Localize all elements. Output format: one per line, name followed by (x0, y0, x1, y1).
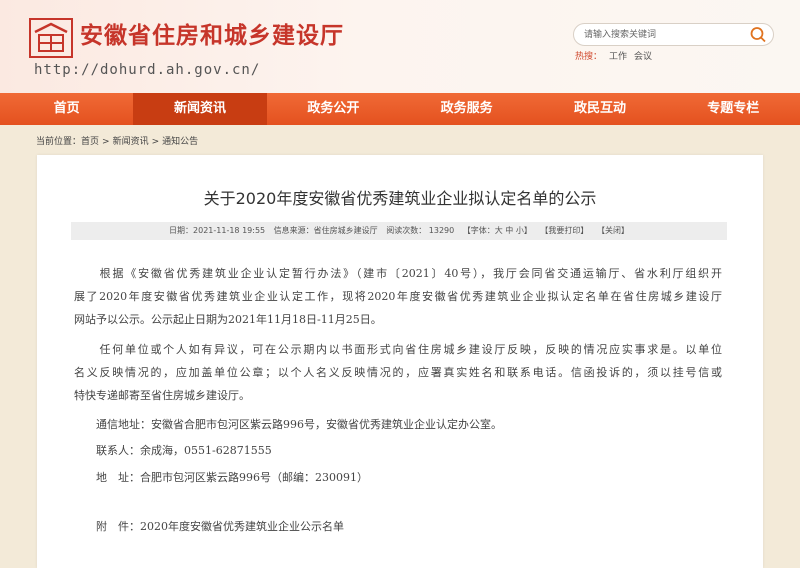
article-title: 关于2020年度安徽省优秀建筑业企业拟认定名单的公示 (203, 189, 597, 208)
hot-search: 热搜： 工作 会议 (575, 49, 652, 62)
article-line: 网站予以公示。公示起止日期为2021年11月18日-11月25日。 (74, 313, 382, 326)
article-date: 日期：2021-11-18 19:55 (169, 226, 266, 235)
search-input[interactable] (574, 24, 744, 45)
nav-news[interactable]: 新闻资讯 (133, 93, 267, 125)
article-line: 特快专递邮寄至省住房城乡建设厅。 (74, 389, 250, 402)
breadcrumb-news[interactable]: 新闻资讯 (113, 137, 149, 147)
search-icon[interactable] (749, 26, 767, 43)
nav-special-topics[interactable]: 专题专栏 (667, 93, 800, 125)
article-line: 根据《安徽省优秀建筑业企业认定暂行办法》（建市〔2021〕40号），我厅会同省交… (74, 267, 722, 280)
font-size-control[interactable]: 【字体：大 中 小】 (463, 226, 532, 235)
nav-gov-services[interactable]: 政务服务 (400, 93, 533, 125)
breadcrumb-notices[interactable]: 通知公告 (162, 137, 198, 147)
article-line: 任何单位或个人如有异议，可在公示期内以书面形式向省住房城乡建设厅反映，反映的情况… (74, 343, 722, 356)
nav-gov-affairs[interactable]: 政务公开 (267, 93, 400, 125)
article-card: 关于2020年度安徽省优秀建筑业企业拟认定名单的公示 日期：2021-11-18… (37, 155, 763, 568)
attachment-link[interactable]: 附 件：2020年度安徽省优秀建筑业企业公示名单 (74, 515, 722, 538)
print-button[interactable]: 【我要打印】 (540, 226, 588, 235)
article-line: 展了2020年度安徽省优秀建筑业企业认定工作，现将2020年度安徽省优秀建筑业企… (74, 290, 722, 303)
site-url: http://dohurd.ah.gov.cn/ (34, 62, 261, 78)
breadcrumb-home[interactable]: 首页 (81, 137, 99, 147)
article-line: 名义反映情况的，应加盖单位公章；以个人名义反映情况的，应署真实姓名和联系电话。信… (74, 366, 722, 379)
nav-interaction[interactable]: 政民互动 (533, 93, 666, 125)
breadcrumb: 当前位置：首页 > 新闻资讯 > 通知公告 (36, 134, 198, 147)
article-line: 地 址：合肥市包河区紫云路996号（邮编：230091） (74, 471, 368, 484)
article-source: 信息来源：省住房城乡建设厅 (273, 226, 378, 235)
article-views: 阅读次数： 13290 (386, 226, 455, 235)
article-line: 联系人：余成海，0551-62871555 (74, 444, 272, 457)
article-line: 通信地址：安徽省合肥市包河区紫云路996号，安徽省优秀建筑业企业认定办公室。 (74, 418, 502, 431)
search-box (573, 23, 774, 46)
breadcrumb-separator: > (151, 137, 160, 147)
hot-keyword-meeting[interactable]: 会议 (634, 52, 652, 62)
main-nav: 首页 新闻资讯 政务公开 政务服务 政民互动 专题专栏 (0, 93, 800, 125)
nav-home[interactable]: 首页 (0, 93, 133, 125)
hot-search-label: 热搜： (575, 52, 603, 62)
logo-icon[interactable] (29, 18, 73, 58)
site-title[interactable]: 安徽省住房和城乡建设厅 (80, 16, 344, 50)
hot-keyword-work[interactable]: 工作 (609, 52, 627, 62)
article-meta: 日期：2021-11-18 19:55 信息来源：省住房城乡建设厅 阅读次数： … (71, 222, 727, 240)
close-button[interactable]: 【关闭】 (597, 226, 629, 235)
breadcrumb-separator: > (102, 137, 110, 147)
breadcrumb-label: 当前位置： (36, 137, 82, 147)
site-header: 安徽省住房和城乡建设厅 http://dohurd.ah.gov.cn/ 热搜：… (0, 0, 800, 93)
